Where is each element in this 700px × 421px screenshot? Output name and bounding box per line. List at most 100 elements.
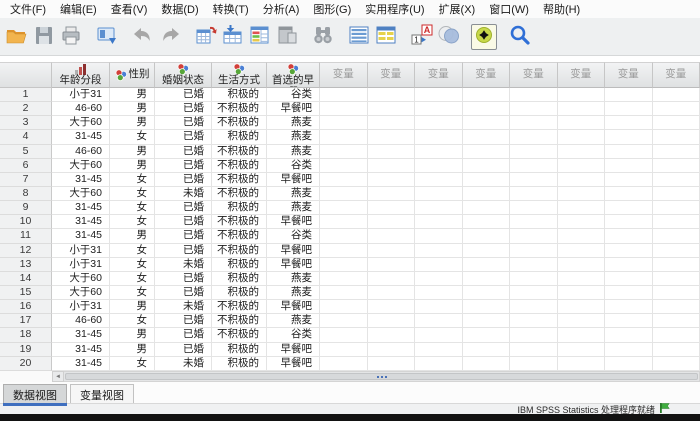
data-cell[interactable] [320,187,368,201]
data-cell[interactable]: 大于60 [52,159,110,173]
data-cell[interactable] [558,229,606,243]
data-cell[interactable] [653,130,700,144]
data-cell[interactable] [510,102,558,116]
redo-button[interactable] [156,22,183,52]
data-cell[interactable] [320,272,368,286]
data-cell[interactable] [415,229,463,243]
menu-view[interactable]: 查看(V) [104,0,155,18]
data-cell[interactable]: 男 [110,328,155,342]
data-cell[interactable] [605,244,653,258]
data-cell[interactable]: 已婚 [155,314,212,328]
data-cell[interactable]: 谷类 [267,328,320,342]
data-cell[interactable]: 不积极的 [212,116,267,130]
data-cell[interactable] [605,229,653,243]
data-cell[interactable] [605,272,653,286]
data-cell[interactable] [558,314,606,328]
data-cell[interactable] [415,357,463,371]
data-cell[interactable] [368,357,416,371]
data-cell[interactable] [558,130,606,144]
data-cell[interactable]: 已婚 [155,272,212,286]
column-header-empty-var[interactable]: 变量 [510,62,558,88]
data-cell[interactable] [463,173,511,187]
column-header-empty-var[interactable]: 变量 [605,62,653,88]
data-cell[interactable]: 燕麦 [267,314,320,328]
column-header-empty-var[interactable]: 变量 [463,62,511,88]
data-cell[interactable]: 积极的 [212,130,267,144]
tab-variable-view[interactable]: 变量视图 [70,384,134,403]
variables-button[interactable] [246,22,273,52]
data-cell[interactable]: 女 [110,187,155,201]
data-cell[interactable] [368,201,416,215]
data-cell[interactable] [653,102,700,116]
data-cell[interactable]: 早餐吧 [267,300,320,314]
row-number[interactable]: 14 [0,272,52,286]
menu-extensions[interactable]: 扩展(X) [432,0,483,18]
data-cell[interactable] [463,201,511,215]
recall-dialogs-button[interactable] [93,22,120,52]
column-header-marital-status[interactable]: 婚姻状态 [155,62,212,88]
data-cell[interactable] [558,300,606,314]
data-cell[interactable] [320,343,368,357]
insert-variable-button[interactable] [273,22,300,52]
data-cell[interactable]: 31-45 [52,215,110,229]
data-cell[interactable]: 31-45 [52,328,110,342]
data-cell[interactable] [463,286,511,300]
data-cell[interactable] [558,244,606,258]
data-cell[interactable]: 已婚 [155,88,212,102]
data-cell[interactable] [320,314,368,328]
data-cell[interactable]: 女 [110,201,155,215]
data-cell[interactable] [558,357,606,371]
data-cell[interactable]: 31-45 [52,130,110,144]
data-cell[interactable] [510,258,558,272]
data-cell[interactable]: 积极的 [212,286,267,300]
data-cell[interactable] [463,258,511,272]
scrollbar-track[interactable] [64,371,700,382]
data-cell[interactable] [653,300,700,314]
scrollbar-thumb[interactable] [65,373,698,380]
data-cell[interactable] [320,159,368,173]
data-cell[interactable] [368,173,416,187]
data-cell[interactable] [605,258,653,272]
data-cell[interactable]: 46-60 [52,102,110,116]
data-cell[interactable] [463,300,511,314]
row-number[interactable]: 7 [0,173,52,187]
data-cell[interactable] [653,201,700,215]
data-cell[interactable] [558,286,606,300]
data-cell[interactable] [415,88,463,102]
data-cell[interactable] [368,159,416,173]
data-cell[interactable]: 早餐吧 [267,357,320,371]
data-cell[interactable] [368,300,416,314]
data-cell[interactable] [320,215,368,229]
data-cell[interactable] [510,88,558,102]
data-cell[interactable] [605,343,653,357]
data-cell[interactable] [605,215,653,229]
data-cell[interactable]: 大于60 [52,187,110,201]
column-header-age-band[interactable]: 年龄分段 [52,62,110,88]
data-cell[interactable] [463,272,511,286]
data-cell[interactable]: 早餐吧 [267,258,320,272]
data-cell[interactable]: 男 [110,145,155,159]
data-cell[interactable]: 不积极的 [212,187,267,201]
data-cell[interactable]: 燕麦 [267,272,320,286]
data-cell[interactable]: 46-60 [52,145,110,159]
data-cell[interactable] [653,159,700,173]
data-cell[interactable]: 已婚 [155,116,212,130]
data-cell[interactable] [558,201,606,215]
data-cell[interactable] [510,116,558,130]
data-cell[interactable]: 女 [110,286,155,300]
data-cell[interactable]: 已婚 [155,173,212,187]
row-number[interactable]: 15 [0,286,52,300]
data-cell[interactable]: 已婚 [155,244,212,258]
menu-data[interactable]: 数据(D) [154,0,205,18]
data-cell[interactable] [415,187,463,201]
data-cell[interactable] [558,88,606,102]
data-cell[interactable] [510,201,558,215]
data-cell[interactable] [558,258,606,272]
data-cell[interactable] [653,145,700,159]
data-cell[interactable] [653,215,700,229]
row-number[interactable]: 1 [0,88,52,102]
row-number[interactable]: 17 [0,314,52,328]
data-cell[interactable] [368,116,416,130]
data-cell[interactable]: 女 [110,173,155,187]
menu-transform[interactable]: 转换(T) [206,0,256,18]
